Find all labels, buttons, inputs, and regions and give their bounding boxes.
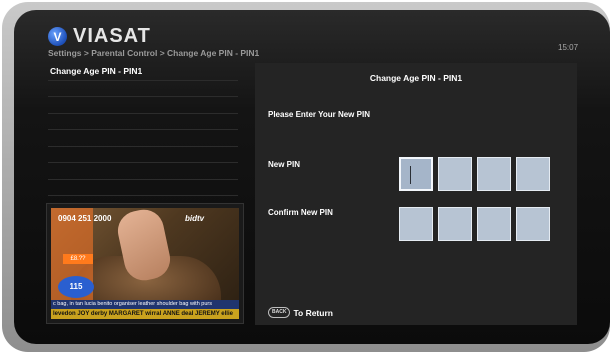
new-pin-digit-2[interactable] — [438, 157, 472, 191]
menu-item-empty — [48, 97, 238, 114]
pin-entry-panel: Change Age PIN - PIN1 Please Enter Your … — [255, 63, 577, 325]
tv-preview-image: 0904 251 2000 £8.?? 115 bidtv c bag, in … — [51, 208, 239, 319]
breadcrumb: Settings > Parental Control > Change Age… — [48, 48, 260, 58]
tv-price-tag: £8.?? — [63, 254, 93, 264]
menu-item-empty — [48, 81, 238, 97]
menu-item-empty — [48, 114, 238, 130]
settings-menu: Change Age PIN - PIN1 — [48, 64, 238, 196]
confirm-pin-fields — [399, 207, 550, 241]
text-caret — [410, 166, 411, 184]
clock: 15:07 — [558, 43, 579, 52]
confirm-pin-digit-1[interactable] — [399, 207, 433, 241]
panel-title: Change Age PIN - PIN1 — [369, 73, 463, 83]
viasat-logo-text: VIASAT — [73, 25, 151, 47]
viasat-logo-icon: V — [48, 27, 67, 46]
new-pin-label: New PIN — [268, 160, 301, 169]
confirm-pin-digit-2[interactable] — [438, 207, 472, 241]
menu-item-empty — [48, 147, 238, 163]
tv-channel-logo: bidtv — [185, 214, 205, 223]
menu-item-change-age-pin[interactable]: Change Age PIN - PIN1 — [48, 64, 238, 81]
confirm-pin-digit-4[interactable] — [516, 207, 550, 241]
pin-prompt: Please Enter Your New PIN — [268, 110, 370, 119]
tv-phone-number: 0904 251 2000 — [58, 214, 112, 223]
new-pin-fields — [399, 157, 550, 191]
new-pin-digit-1[interactable] — [399, 157, 433, 191]
confirm-pin-label: Confirm New PIN — [268, 208, 333, 217]
new-pin-digit-4[interactable] — [516, 157, 550, 191]
menu-item-empty — [48, 180, 238, 196]
back-hint-text: To Return — [293, 307, 333, 318]
menu-item-empty — [48, 130, 238, 147]
back-hint[interactable]: BACK To Return — [268, 307, 333, 318]
tv-ticker-top: c bag, in tan lucia benito organiser lea… — [51, 300, 239, 309]
back-key-icon: BACK — [268, 307, 291, 318]
viasat-logo: V VIASAT — [48, 25, 151, 48]
live-tv-preview: 0904 251 2000 £8.?? 115 bidtv c bag, in … — [46, 203, 244, 324]
new-pin-digit-3[interactable] — [477, 157, 511, 191]
tv-ticker-bottom: levedon JOY derby MARGARET wirral ANNE d… — [51, 309, 239, 319]
tv-screen: V VIASAT Settings > Parental Control > C… — [14, 10, 610, 344]
tv-quantity-badge: 115 — [58, 276, 94, 298]
confirm-pin-digit-3[interactable] — [477, 207, 511, 241]
menu-item-empty — [48, 163, 238, 180]
